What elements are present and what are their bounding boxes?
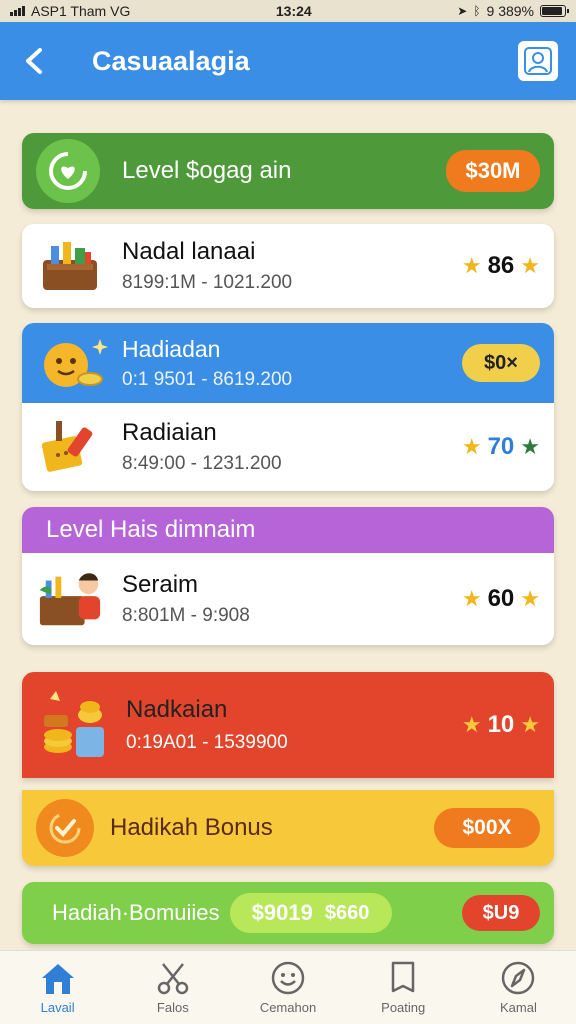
item-range: 8:801M - 9:908 xyxy=(122,605,250,626)
reward-group-badge[interactable]: $0× xyxy=(462,344,540,382)
level-banner-badge[interactable]: $30M xyxy=(446,150,540,192)
nav-label: Kamal xyxy=(499,1000,537,1015)
star-icon: ★ xyxy=(520,253,540,278)
star-icon: ★ xyxy=(461,253,482,278)
bonus-card-badge[interactable]: $00X xyxy=(434,808,540,848)
star-icon: ★ xyxy=(520,712,540,737)
ticket-icon xyxy=(36,417,104,477)
item-score-value: 10 xyxy=(487,711,515,738)
star-icon: ★ xyxy=(520,586,540,611)
bookmark-icon xyxy=(391,961,415,993)
bluetooth-icon: ᛒ xyxy=(473,4,481,18)
level-banner-label: Level $ogag ain xyxy=(122,157,292,184)
star-icon: ★ xyxy=(461,434,482,459)
check-badge-icon xyxy=(36,799,94,857)
signal-icon xyxy=(10,6,25,16)
featured-reward-range: 0:19A01 - 1539900 xyxy=(126,732,288,753)
nav-label: Lavail xyxy=(40,1000,75,1015)
item-range: 8199:1M - 1021.200 xyxy=(122,272,293,293)
item-score-value: 60 xyxy=(487,585,515,612)
bonus-summary-pill-a: $9019 xyxy=(251,900,313,925)
back-button[interactable] xyxy=(18,45,50,77)
carrier-text: ASP1 Tham VG xyxy=(31,3,131,19)
item-score: ★ 86 ★ xyxy=(462,252,540,280)
status-bar: ASP1 Tham VG 13:24 ➤ ᛒ 9 389% xyxy=(0,0,576,22)
refresh-heart-icon xyxy=(36,139,100,203)
location-icon: ➤ xyxy=(457,4,468,18)
level-banner-badge-text: $30M xyxy=(465,158,521,183)
item-name: Radiaian xyxy=(122,419,217,446)
level-banner[interactable]: Level $ogag ain $30M xyxy=(22,133,554,209)
nav-item-compass[interactable]: Kamal xyxy=(461,951,576,1024)
compass-icon xyxy=(502,961,535,995)
featured-reward-card[interactable]: Nadkaian 0:19A01 - 1539900 ★ 10 ★ xyxy=(22,672,554,778)
item-name: Seraim xyxy=(122,571,199,598)
item-score-value: 70 xyxy=(487,433,515,460)
bonus-card-label: Hadikah Bonus xyxy=(110,814,273,841)
nav-item-tools[interactable]: Falos xyxy=(115,951,230,1024)
list-item[interactable]: Radiaian 8:49:00 - 1231.200 ★ 70 ★ xyxy=(22,403,554,491)
bonus-summary-pill[interactable]: $9019 $660 xyxy=(229,893,392,933)
bonus-card[interactable]: Hadikah Bonus $00X xyxy=(22,790,554,866)
level-group: Level Hais dimnaim Seraim 8:801M - 9:908… xyxy=(22,507,554,645)
reward-group-badge-text: $0× xyxy=(484,351,518,374)
reward-group-range: 0:1 9501 - 8619.200 xyxy=(122,368,293,390)
featured-reward-name: Nadkaian xyxy=(126,696,228,723)
gift-basket-icon xyxy=(36,236,104,296)
bonus-summary-card[interactable]: Hadiah·Bomuiies $9019 $660 $U9 xyxy=(22,882,554,944)
bonus-card-badge-text: $00X xyxy=(462,816,512,839)
bonus-summary-pill-b: $660 xyxy=(324,901,370,924)
item-score-value: 86 xyxy=(487,252,515,279)
scissors-icon xyxy=(157,963,189,995)
chevron-left-icon xyxy=(26,48,42,74)
bonus-summary-badge-text: $U9 xyxy=(482,901,520,924)
bottom-nav: Lavail Falos Cemahon Poating Kamal xyxy=(0,950,576,1024)
item-score: ★ 60 ★ xyxy=(462,585,540,613)
list-item[interactable]: Seraim 8:801M - 9:908 ★ 60 ★ xyxy=(22,553,554,645)
page-title: Casuaalagia xyxy=(92,45,250,76)
star-icon: ★ xyxy=(461,586,482,611)
bonus-summary-badge[interactable]: $U9 xyxy=(462,895,540,931)
reward-group: Hadiadan 0:1 9501 - 8619.200 $0× Radiaia… xyxy=(22,323,554,491)
star-icon: ★ xyxy=(461,712,482,737)
level-group-title: Level Hais dimnaim xyxy=(46,516,256,543)
level-group-header[interactable]: Level Hais dimnaim xyxy=(22,507,554,553)
smiley-icon xyxy=(271,961,305,995)
battery-icon xyxy=(540,5,569,17)
bonus-summary-label: Hadiah·Bomuiies xyxy=(52,900,220,925)
home-icon xyxy=(41,964,74,994)
nav-label: Cemahon xyxy=(259,1000,317,1015)
battery-text: 9 389% xyxy=(486,3,534,19)
shop-character-icon xyxy=(36,569,104,629)
nav-label: Poating xyxy=(381,1000,426,1015)
app-header: Casuaalagia xyxy=(0,22,576,100)
star-icon: ★ xyxy=(520,434,540,459)
reward-group-header[interactable]: Hadiadan 0:1 9501 - 8619.200 $0× xyxy=(22,323,554,403)
item-name: Nadal lanaai xyxy=(122,238,256,265)
nav-item-bookmark[interactable]: Poating xyxy=(346,951,461,1024)
list-item[interactable]: Nadal lanaai 8199:1M - 1021.200 ★ 86 ★ xyxy=(22,224,554,308)
item-score: ★ 70 ★ xyxy=(462,433,540,461)
item-range: 8:49:00 - 1231.200 xyxy=(122,453,282,474)
coin-mascot-icon xyxy=(36,331,108,395)
nav-item-smiley[interactable]: Cemahon xyxy=(230,951,345,1024)
nav-label: Falos xyxy=(156,1000,189,1015)
clock: 13:24 xyxy=(275,3,312,19)
profile-button[interactable] xyxy=(518,41,558,81)
user-icon xyxy=(524,47,552,75)
reward-group-title: Hadiadan xyxy=(122,335,221,362)
nav-item-home[interactable]: Lavail xyxy=(0,951,115,1024)
item-score: ★ 10 ★ xyxy=(462,711,540,739)
coin-stack-icon xyxy=(36,685,112,765)
